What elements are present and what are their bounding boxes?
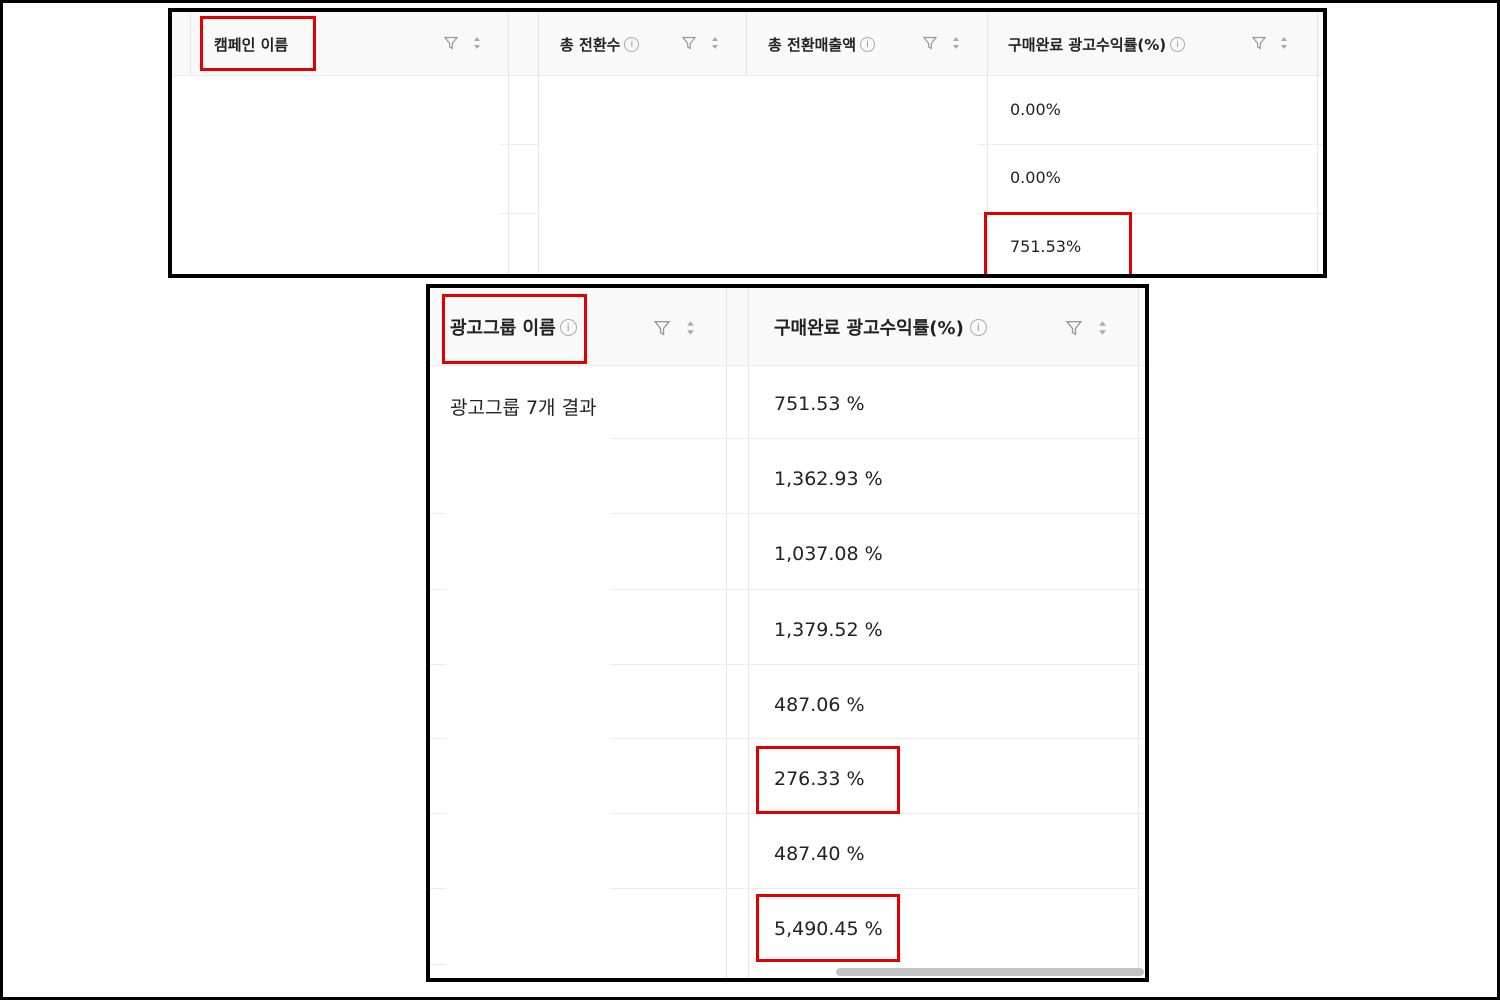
row-divider: [610, 438, 1145, 439]
header-purchase-roas-label: 구매완료 광고수익률(%): [774, 318, 964, 339]
column-divider: [1317, 12, 1318, 274]
header-total-conversion-revenue[interactable]: 총 전환매출액 i: [768, 12, 876, 76]
column-divider: [508, 12, 509, 274]
filter-icon[interactable]: [1252, 36, 1266, 50]
header-campaign-name-label: 캠페인 이름: [214, 35, 289, 54]
header-purchase-roas-label: 구매완료 광고수익률(%): [1008, 35, 1167, 54]
roas-cell: 0.00%: [1010, 168, 1061, 187]
sort-icon[interactable]: [711, 36, 719, 50]
row-divider: [430, 964, 446, 965]
filter-icon[interactable]: [654, 320, 670, 336]
header-total-conversions[interactable]: 총 전환수 i: [560, 12, 640, 76]
column-divider: [726, 288, 727, 978]
row-divider: [978, 144, 1323, 145]
info-icon[interactable]: i: [860, 36, 876, 52]
filter-icon[interactable]: [923, 36, 937, 50]
sort-icon[interactable]: [686, 320, 695, 336]
sort-icon[interactable]: [473, 36, 481, 50]
row-divider: [430, 888, 446, 889]
row-divider: [430, 738, 446, 739]
row-divider: [610, 589, 1145, 590]
column-divider: [190, 12, 191, 76]
info-icon[interactable]: i: [559, 318, 577, 336]
header-adgroup-name[interactable]: 광고그룹 이름 i: [450, 288, 577, 366]
filter-icon[interactable]: [682, 36, 696, 50]
filter-icon[interactable]: [1066, 320, 1082, 336]
row-divider: [610, 664, 1145, 665]
row-divider: [500, 144, 540, 145]
column-divider: [748, 288, 749, 978]
row-divider: [430, 813, 446, 814]
header-adgroup-name-label: 광고그룹 이름: [450, 318, 556, 339]
row-divider: [610, 888, 1145, 889]
row-divider: [430, 589, 446, 590]
row-divider: [500, 213, 540, 214]
roas-cell: 0.00%: [1010, 100, 1061, 119]
campaign-table-panel: 캠페인 이름 총 전환수 i 총 전환매출액 i 구매완료 광고수익률(%) i…: [168, 8, 1327, 278]
info-icon[interactable]: i: [624, 36, 640, 52]
row-divider: [610, 813, 1145, 814]
row-divider: [610, 738, 1145, 739]
row-divider: [978, 213, 1323, 214]
roas-cell: 5,490.45 %: [774, 918, 883, 940]
roas-cell: 751.53 %: [774, 393, 865, 415]
header-total-conversions-label: 총 전환수: [560, 35, 621, 54]
header-campaign-name[interactable]: 캠페인 이름: [214, 12, 288, 76]
roas-cell: 1,037.08 %: [774, 543, 883, 565]
row-divider: [610, 513, 1145, 514]
info-icon[interactable]: i: [969, 318, 987, 336]
roas-cell: 487.06 %: [774, 694, 865, 716]
row-divider: [430, 664, 446, 665]
roas-cell: 1,362.93 %: [774, 468, 883, 490]
info-icon[interactable]: i: [1170, 36, 1186, 52]
adgroup-summary: 광고그룹 7개 결과: [450, 397, 597, 419]
roas-cell: 751.53%: [1010, 237, 1082, 256]
header-purchase-roas[interactable]: 구매완료 광고수익률(%) i: [1008, 12, 1186, 76]
row-divider: [430, 513, 446, 514]
column-divider: [1138, 288, 1139, 978]
column-divider: [538, 12, 539, 274]
column-divider: [987, 12, 988, 274]
adgroup-table-panel: 광고그룹 이름 i 구매완료 광고수익률(%) i 광고그룹 7개 결과 751…: [426, 284, 1149, 982]
sort-icon[interactable]: [952, 36, 960, 50]
roas-cell: 276.33 %: [774, 768, 865, 790]
sort-icon[interactable]: [1280, 36, 1288, 50]
column-divider: [746, 12, 747, 76]
header-total-conversion-revenue-label: 총 전환매출액: [768, 35, 857, 54]
horizontal-scrollbar[interactable]: [836, 968, 1144, 976]
roas-cell: 1,379.52 %: [774, 619, 883, 641]
header-purchase-roas[interactable]: 구매완료 광고수익률(%) i: [774, 288, 987, 366]
sort-icon[interactable]: [1098, 320, 1107, 336]
filter-icon[interactable]: [444, 36, 458, 50]
roas-cell: 487.40 %: [774, 843, 865, 865]
